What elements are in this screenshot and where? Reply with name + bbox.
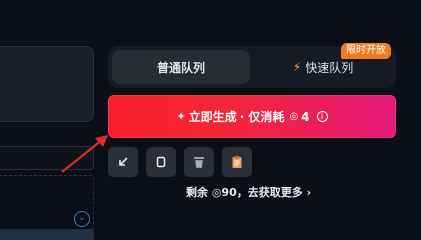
annotation-arrow-icon — [61, 135, 108, 173]
